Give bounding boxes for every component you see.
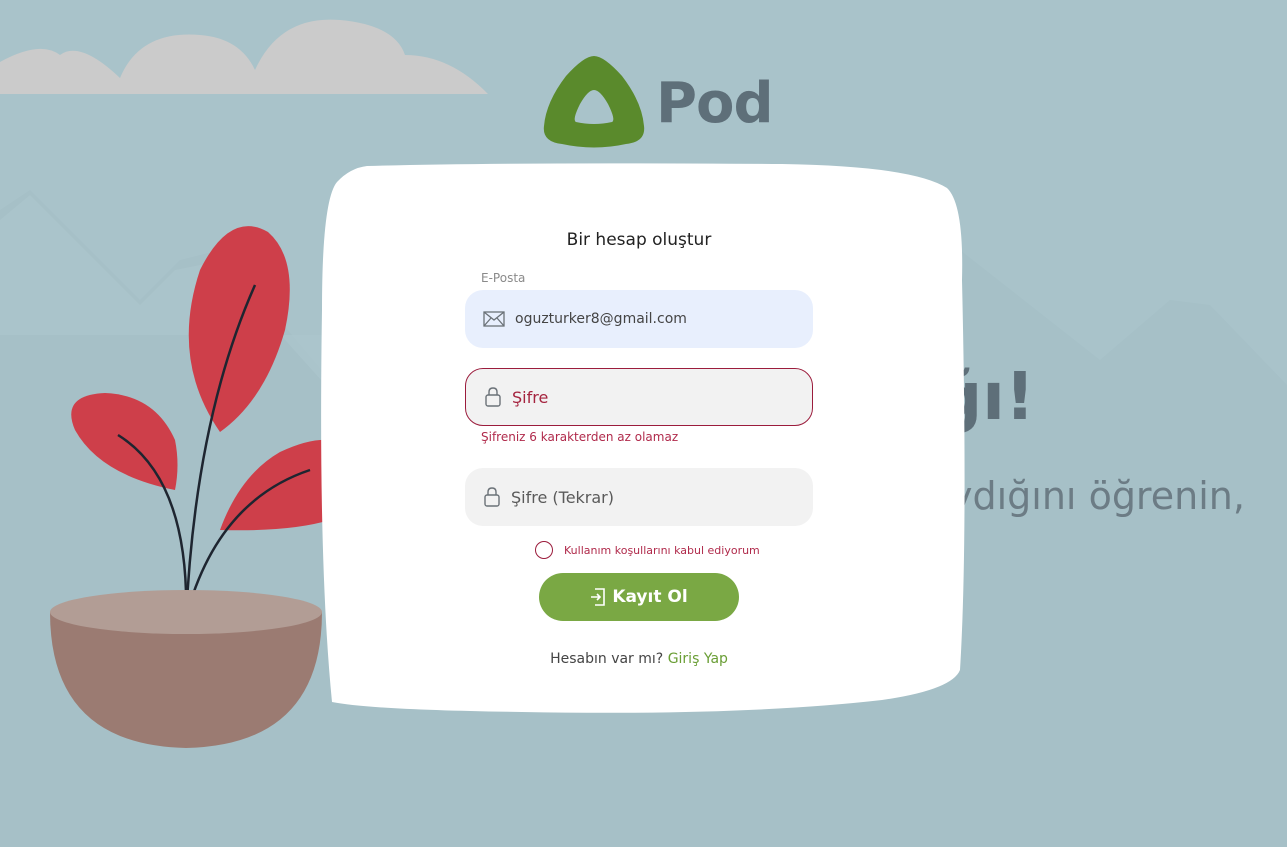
pot-rim — [50, 590, 322, 634]
brand-name: Pod — [656, 71, 774, 136]
lock-icon — [485, 387, 501, 407]
password-error: Şifreniz 6 karakterden az olamaz — [481, 430, 679, 444]
pod-logo-icon — [543, 56, 645, 148]
password-repeat-field[interactable] — [465, 468, 813, 526]
password-input[interactable] — [512, 387, 802, 407]
have-account-text: Hesabın var mı? — [550, 651, 664, 667]
password-field[interactable] — [465, 368, 813, 426]
form-title: Bir hesap oluştur — [566, 230, 712, 250]
email-label: E-Posta — [481, 271, 526, 285]
lock-icon — [484, 487, 500, 507]
terms-checkbox[interactable] — [535, 541, 553, 559]
email-input[interactable] — [515, 311, 805, 327]
sign-in-icon — [591, 588, 606, 606]
mail-icon — [483, 311, 505, 327]
login-prompt: Hesabın var mı? Giriş Yap — [465, 651, 813, 667]
login-link[interactable]: Giriş Yap — [668, 651, 728, 667]
password-repeat-input[interactable] — [511, 487, 801, 507]
hero-subtitle: ydığını öğrenin, — [950, 474, 1245, 518]
cloud — [0, 19, 488, 95]
brand-logo: Pod — [542, 54, 774, 150]
register-button[interactable]: Kayıt Ol — [539, 573, 739, 621]
terms-label[interactable]: Kullanım koşullarını kabul ediyorum — [564, 544, 760, 557]
register-button-label: Kayıt Ol — [612, 587, 688, 607]
terms-row[interactable]: Kullanım koşullarını kabul ediyorum — [535, 541, 760, 559]
email-field[interactable] — [465, 290, 813, 348]
